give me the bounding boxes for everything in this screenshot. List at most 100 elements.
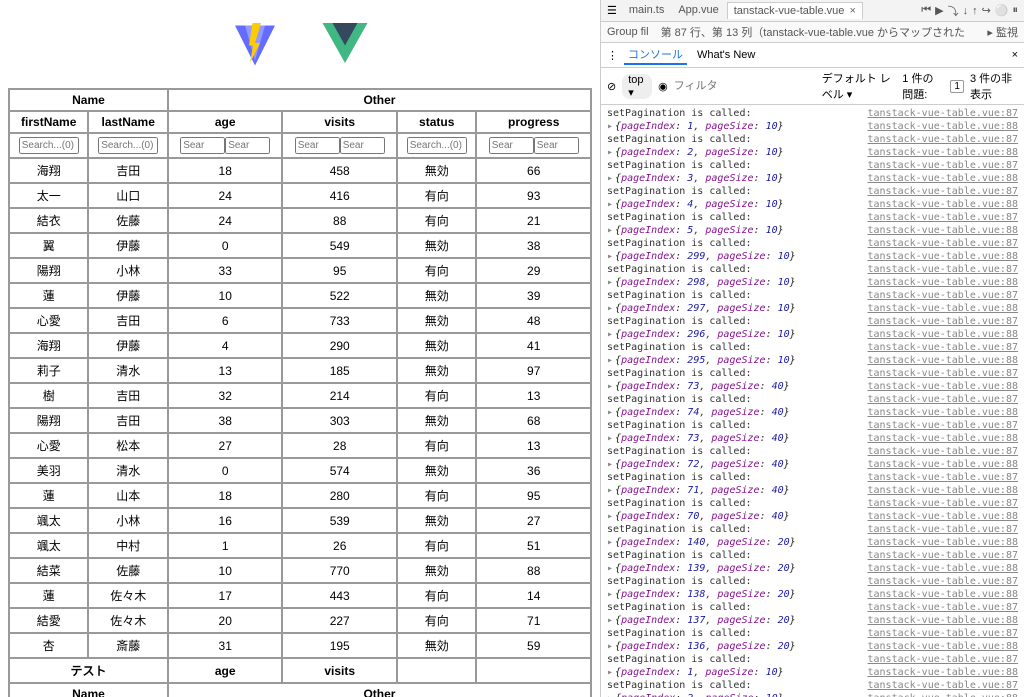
search-age-max[interactable] bbox=[225, 137, 270, 154]
source-link[interactable]: tanstack-vue-table.vue:88 bbox=[867, 328, 1018, 341]
source-link[interactable]: tanstack-vue-table.vue:88 bbox=[867, 432, 1018, 445]
source-link[interactable]: tanstack-vue-table.vue:88 bbox=[867, 666, 1018, 679]
console-row[interactable]: setPagination is called:tanstack-vue-tab… bbox=[601, 497, 1024, 510]
source-link[interactable]: tanstack-vue-table.vue:87 bbox=[867, 289, 1018, 302]
console-row[interactable]: setPagination is called:tanstack-vue-tab… bbox=[601, 523, 1024, 536]
console-row[interactable]: ▸{pageIndex: 136, pageSize: 20}tanstack-… bbox=[601, 640, 1024, 653]
console-row[interactable]: setPagination is called:tanstack-vue-tab… bbox=[601, 575, 1024, 588]
menu-icon[interactable]: ☰ bbox=[607, 4, 617, 17]
source-link[interactable]: tanstack-vue-table.vue:87 bbox=[867, 575, 1018, 588]
console-row[interactable]: ▸{pageIndex: 2, pageSize: 10}tanstack-vu… bbox=[601, 146, 1024, 159]
pause-icon[interactable]: ⏸ bbox=[1013, 4, 1019, 17]
source-link[interactable]: tanstack-vue-table.vue:87 bbox=[867, 549, 1018, 562]
console-row[interactable]: ▸{pageIndex: 295, pageSize: 10}tanstack-… bbox=[601, 354, 1024, 367]
console-row[interactable]: ▸{pageIndex: 70, pageSize: 40}tanstack-v… bbox=[601, 510, 1024, 523]
console-row[interactable]: setPagination is called:tanstack-vue-tab… bbox=[601, 237, 1024, 250]
drawer-close-icon[interactable]: × bbox=[1012, 49, 1018, 61]
console-row[interactable]: ▸{pageIndex: 296, pageSize: 10}tanstack-… bbox=[601, 328, 1024, 341]
console-row[interactable]: ▸{pageIndex: 73, pageSize: 40}tanstack-v… bbox=[601, 432, 1024, 445]
source-link[interactable]: tanstack-vue-table.vue:88 bbox=[867, 354, 1018, 367]
source-link[interactable]: tanstack-vue-table.vue:87 bbox=[867, 159, 1018, 172]
level-selector[interactable]: デフォルト レベル ▾ bbox=[822, 70, 897, 102]
console-row[interactable]: ▸{pageIndex: 72, pageSize: 40}tanstack-v… bbox=[601, 458, 1024, 471]
tab-tanstack[interactable]: tanstack-vue-table.vue × bbox=[727, 2, 863, 19]
source-link[interactable]: tanstack-vue-table.vue:88 bbox=[867, 692, 1018, 697]
console-row[interactable]: ▸{pageIndex: 3, pageSize: 10}tanstack-vu… bbox=[601, 172, 1024, 185]
source-link[interactable]: tanstack-vue-table.vue:88 bbox=[867, 588, 1018, 601]
header-visits[interactable]: visits bbox=[282, 111, 397, 133]
filter-input[interactable] bbox=[674, 80, 816, 92]
console-row[interactable]: ▸{pageIndex: 298, pageSize: 10}tanstack-… bbox=[601, 276, 1024, 289]
console-row[interactable]: setPagination is called:tanstack-vue-tab… bbox=[601, 133, 1024, 146]
context-selector[interactable]: top ▾ bbox=[622, 74, 652, 99]
header-lastname[interactable]: lastName bbox=[88, 111, 167, 133]
console-row[interactable]: setPagination is called:tanstack-vue-tab… bbox=[601, 419, 1024, 432]
source-link[interactable]: tanstack-vue-table.vue:88 bbox=[867, 120, 1018, 133]
console-row[interactable]: ▸{pageIndex: 1, pageSize: 10}tanstack-vu… bbox=[601, 120, 1024, 133]
console-row[interactable]: setPagination is called:tanstack-vue-tab… bbox=[601, 627, 1024, 640]
console-row[interactable]: ▸{pageIndex: 2, pageSize: 10}tanstack-vu… bbox=[601, 692, 1024, 697]
console-row[interactable]: setPagination is called:tanstack-vue-tab… bbox=[601, 211, 1024, 224]
source-link[interactable]: tanstack-vue-table.vue:87 bbox=[867, 237, 1018, 250]
console-row[interactable]: ▸{pageIndex: 5, pageSize: 10}tanstack-vu… bbox=[601, 224, 1024, 237]
source-link[interactable]: tanstack-vue-table.vue:88 bbox=[867, 172, 1018, 185]
console-row[interactable]: ▸{pageIndex: 4, pageSize: 10}tanstack-vu… bbox=[601, 198, 1024, 211]
console-row[interactable]: setPagination is called:tanstack-vue-tab… bbox=[601, 549, 1024, 562]
source-link[interactable]: tanstack-vue-table.vue:87 bbox=[867, 679, 1018, 692]
console-row[interactable]: setPagination is called:tanstack-vue-tab… bbox=[601, 679, 1024, 692]
console-row[interactable]: ▸{pageIndex: 1, pageSize: 10}tanstack-vu… bbox=[601, 666, 1024, 679]
console-row[interactable]: ▸{pageIndex: 137, pageSize: 20}tanstack-… bbox=[601, 614, 1024, 627]
header-firstname[interactable]: firstName bbox=[9, 111, 88, 133]
search-age-min[interactable] bbox=[180, 137, 225, 154]
eye-icon[interactable]: ◉ bbox=[658, 80, 668, 93]
source-link[interactable]: tanstack-vue-table.vue:88 bbox=[867, 614, 1018, 627]
close-icon[interactable]: × bbox=[846, 5, 855, 17]
search-status[interactable] bbox=[407, 137, 467, 154]
header-progress[interactable]: progress bbox=[476, 111, 591, 133]
deactivate-icon[interactable]: ⚪ bbox=[995, 4, 1009, 17]
source-link[interactable]: tanstack-vue-table.vue:87 bbox=[867, 653, 1018, 666]
issues-label[interactable]: 1 件の問題: bbox=[902, 70, 944, 102]
group-filter[interactable]: Group fil bbox=[607, 26, 649, 38]
source-link[interactable]: tanstack-vue-table.vue:87 bbox=[867, 107, 1018, 120]
prev-icon[interactable]: ⏮ bbox=[921, 4, 931, 17]
search-visits-min[interactable] bbox=[295, 137, 340, 154]
console-row[interactable]: setPagination is called:tanstack-vue-tab… bbox=[601, 289, 1024, 302]
header-status[interactable]: status bbox=[397, 111, 476, 133]
console-row[interactable]: setPagination is called:tanstack-vue-tab… bbox=[601, 341, 1024, 354]
console-row[interactable]: setPagination is called:tanstack-vue-tab… bbox=[601, 159, 1024, 172]
console-row[interactable]: setPagination is called:tanstack-vue-tab… bbox=[601, 367, 1024, 380]
step-over-icon[interactable]: ↪ bbox=[982, 4, 991, 17]
console-row[interactable]: ▸{pageIndex: 73, pageSize: 40}tanstack-v… bbox=[601, 380, 1024, 393]
source-link[interactable]: tanstack-vue-table.vue:88 bbox=[867, 302, 1018, 315]
console-tab[interactable]: コンソール bbox=[624, 45, 687, 65]
console-row[interactable]: setPagination is called:tanstack-vue-tab… bbox=[601, 471, 1024, 484]
more-icon[interactable]: ⋮ bbox=[607, 49, 618, 62]
console-row[interactable]: setPagination is called:tanstack-vue-tab… bbox=[601, 393, 1024, 406]
clear-console-icon[interactable]: ⊘ bbox=[607, 80, 616, 93]
source-link[interactable]: tanstack-vue-table.vue:88 bbox=[867, 536, 1018, 549]
header-group-name[interactable]: Name bbox=[9, 89, 168, 111]
console-row[interactable]: ▸{pageIndex: 297, pageSize: 10}tanstack-… bbox=[601, 302, 1024, 315]
source-link[interactable]: tanstack-vue-table.vue:88 bbox=[867, 250, 1018, 263]
source-link[interactable]: tanstack-vue-table.vue:87 bbox=[867, 471, 1018, 484]
source-link[interactable]: tanstack-vue-table.vue:87 bbox=[867, 523, 1018, 536]
source-link[interactable]: tanstack-vue-table.vue:88 bbox=[867, 510, 1018, 523]
tab-main-ts[interactable]: main.ts bbox=[623, 2, 670, 19]
console-row[interactable]: setPagination is called:tanstack-vue-tab… bbox=[601, 263, 1024, 276]
console-row[interactable]: ▸{pageIndex: 138, pageSize: 20}tanstack-… bbox=[601, 588, 1024, 601]
issues-badge[interactable]: 1 bbox=[950, 80, 964, 93]
source-link[interactable]: tanstack-vue-table.vue:88 bbox=[867, 198, 1018, 211]
console-row[interactable]: setPagination is called:tanstack-vue-tab… bbox=[601, 601, 1024, 614]
source-link[interactable]: tanstack-vue-table.vue:87 bbox=[867, 315, 1018, 328]
console-row[interactable]: setPagination is called:tanstack-vue-tab… bbox=[601, 445, 1024, 458]
step-in-icon[interactable]: ↓ bbox=[963, 5, 969, 17]
search-progress-max[interactable] bbox=[534, 137, 579, 154]
source-link[interactable]: tanstack-vue-table.vue:87 bbox=[867, 211, 1018, 224]
source-link[interactable]: tanstack-vue-table.vue:87 bbox=[867, 263, 1018, 276]
tab-app-vue[interactable]: App.vue bbox=[672, 2, 724, 19]
source-link[interactable]: tanstack-vue-table.vue:87 bbox=[867, 341, 1018, 354]
source-link[interactable]: tanstack-vue-table.vue:88 bbox=[867, 484, 1018, 497]
source-link[interactable]: tanstack-vue-table.vue:87 bbox=[867, 601, 1018, 614]
source-link[interactable]: tanstack-vue-table.vue:87 bbox=[867, 393, 1018, 406]
